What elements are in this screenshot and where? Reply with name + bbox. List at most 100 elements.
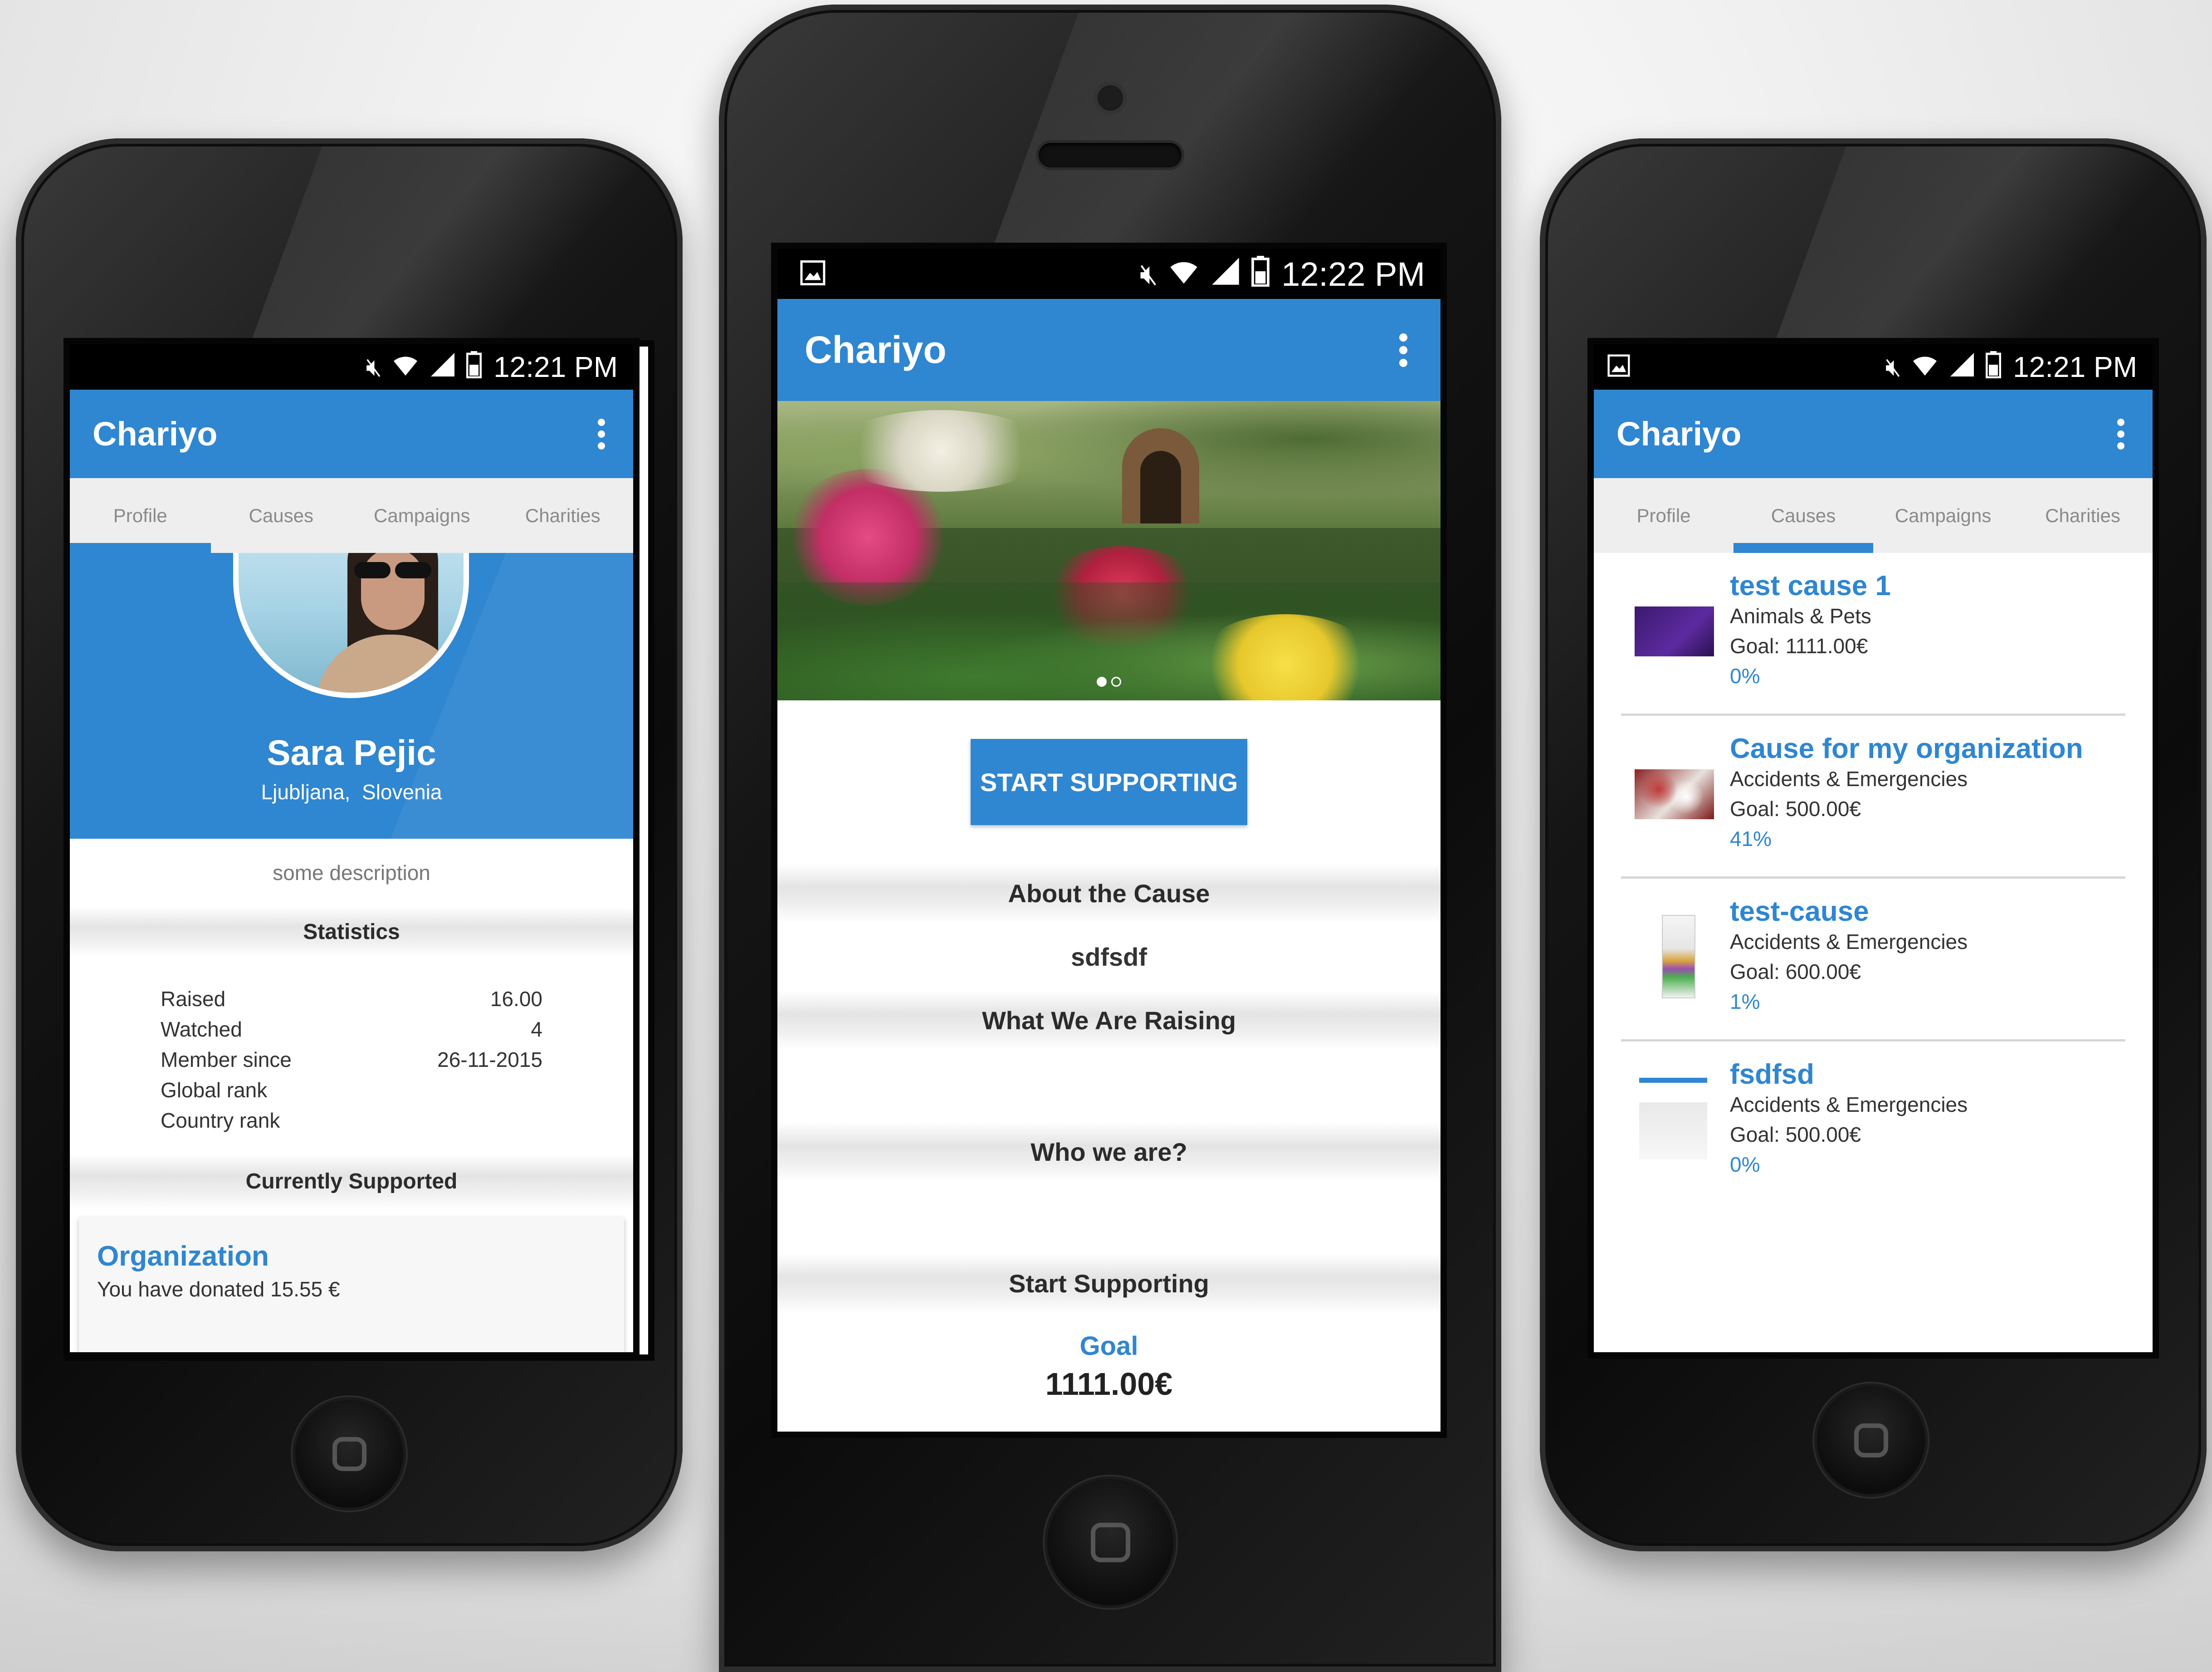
stat-value: 4 <box>531 1017 542 1041</box>
tab-campaigns[interactable]: Campaigns <box>352 478 493 553</box>
list-item[interactable]: test-cause Accidents & Emergencies Goal:… <box>1621 879 2125 1041</box>
goal-block: Goal 1111.00€ <box>777 1313 1440 1402</box>
status-time: 12:21 PM <box>2013 351 2137 383</box>
overflow-menu-icon[interactable] <box>1393 330 1413 371</box>
list-item[interactable]: fsdfsd Accidents & Emergencies Goal: 500… <box>1621 1041 2125 1202</box>
earpiece-speaker <box>1039 143 1182 167</box>
cause-goal: Goal: 600.00€ <box>1730 960 1861 983</box>
cause-title[interactable]: test cause 1 <box>1730 571 1891 601</box>
mute-icon: 🔇︎ <box>1885 352 1902 381</box>
supported-donation: You have donated 15.55 € <box>97 1277 340 1301</box>
start-supporting-button[interactable]: START SUPPORTING <box>971 739 1247 825</box>
cause-title[interactable]: Cause for my organization <box>1730 734 2083 764</box>
goal-value: 1111.00€ <box>1045 1366 1173 1402</box>
cause-title[interactable]: test-cause <box>1730 897 1968 927</box>
cause-thumbnail[interactable] <box>1639 1078 1707 1159</box>
who-we-are-content <box>777 1181 1440 1254</box>
cause-progress: 0% <box>1730 664 1760 688</box>
currently-supported-header: Currently Supported <box>70 1154 633 1208</box>
profile-header: Sara Pejic Ljubljana, Slovenia <box>70 553 633 839</box>
tab-causes[interactable]: Causes <box>211 478 352 553</box>
overflow-menu-icon[interactable] <box>2112 416 2130 452</box>
supported-org-name[interactable]: Organization <box>97 1240 606 1272</box>
carousel-dot[interactable] <box>1111 677 1121 687</box>
cause-thumbnail[interactable] <box>1635 769 1714 819</box>
statistics-header: Statistics <box>70 907 633 957</box>
stat-label: Watched <box>161 1017 242 1041</box>
stat-label: Raised <box>161 987 226 1011</box>
profile-city: Ljubljana, <box>261 780 351 804</box>
cta-area: START SUPPORTING <box>777 700 1440 864</box>
battery-icon <box>466 351 482 383</box>
app-title: Chariyo <box>805 328 947 371</box>
front-camera <box>1094 82 1127 114</box>
cause-progress: 0% <box>1730 1153 1760 1176</box>
battery-icon <box>1251 256 1270 292</box>
app-bar: Chariyo <box>777 299 1440 401</box>
cause-goal: Goal: 500.00€ <box>1730 1123 1861 1146</box>
status-time: 12:22 PM <box>1281 255 1425 293</box>
cause-category: Accidents & Emergencies <box>1730 1093 1968 1116</box>
app-title: Chariyo <box>1616 415 1742 453</box>
causes-list: test cause 1 Animals & Pets Goal: 1111.0… <box>1594 553 2153 1202</box>
status-time: 12:21 PM <box>493 351 618 383</box>
start-supporting-header: Start Supporting <box>777 1254 1440 1313</box>
home-button[interactable] <box>1045 1476 1176 1608</box>
profile-location: Ljubljana, Slovenia <box>70 780 633 804</box>
list-item[interactable]: test cause 1 Animals & Pets Goal: 1111.0… <box>1621 553 2125 716</box>
cause-category: Animals & Pets <box>1730 604 1871 628</box>
about-cause-header: About the Cause <box>777 864 1440 923</box>
image-notification-icon <box>1607 350 1630 384</box>
image-notification-icon <box>800 255 825 293</box>
tab-bar: Profile Causes Campaigns Charities <box>70 478 633 553</box>
tab-charities[interactable]: Charities <box>2013 478 2153 553</box>
tab-profile[interactable]: Profile <box>70 478 211 553</box>
mute-icon: 🔇︎ <box>366 352 382 381</box>
carousel-indicator[interactable] <box>777 677 1440 687</box>
stat-row: Country rank <box>161 1105 542 1136</box>
profile-country: Slovenia <box>362 780 442 804</box>
stat-label: Member since <box>161 1048 292 1071</box>
stat-value: 16.00 <box>490 987 542 1011</box>
tab-profile[interactable]: Profile <box>1594 478 1733 553</box>
stat-label: Country rank <box>161 1109 280 1132</box>
left-home-button[interactable] <box>293 1397 406 1511</box>
stat-row: Raised 16.00 <box>161 984 542 1014</box>
wifi-icon <box>392 352 419 382</box>
cause-thumbnail[interactable] <box>1662 915 1695 998</box>
tab-charities[interactable]: Charities <box>493 478 634 553</box>
goal-label: Goal <box>1079 1331 1138 1361</box>
status-bar: 🔇︎ 12:21 PM <box>1594 344 2153 390</box>
profile-name: Sara Pejic <box>267 733 436 772</box>
cause-progress: 1% <box>1730 990 1760 1013</box>
stat-value: 26-11-2015 <box>437 1048 542 1071</box>
right-screen-content: 🔇︎ 12:21 PM Chariyo Profile Causes Campa… <box>1587 338 2159 1359</box>
garden-arch <box>1122 428 1199 523</box>
cause-goal: Goal: 500.00€ <box>1730 797 1861 821</box>
cause-category: Accidents & Emergencies <box>1730 930 1968 953</box>
stat-row: Global rank <box>161 1075 542 1105</box>
avatar[interactable] <box>233 553 469 698</box>
supported-card[interactable]: Organization You have donated 15.55 € <box>79 1217 624 1352</box>
cause-title[interactable]: fsdfsd <box>1730 1060 1968 1090</box>
cause-goal: Goal: 1111.00€ <box>1730 634 1868 658</box>
status-bar: 🔇︎ 12:21 PM <box>70 344 633 390</box>
cause-image-carousel[interactable] <box>777 401 1440 700</box>
app-bar: Chariyo <box>70 390 633 478</box>
list-item[interactable]: Cause for my organization Accidents & Em… <box>1621 716 2125 879</box>
left-screen-content: 🔇︎ 12:21 PM Chariyo Profile Causes Campa… <box>63 338 640 1359</box>
tab-causes[interactable]: Causes <box>1733 478 1873 553</box>
tab-bar: Profile Causes Campaigns Charities <box>1594 478 2153 553</box>
wifi-icon <box>1168 257 1200 291</box>
carousel-dot-active[interactable] <box>1097 677 1107 687</box>
statistics-table: Raised 16.00 Watched 4 Member since 26-11-2… <box>70 957 633 1154</box>
stat-label: Global rank <box>161 1078 268 1102</box>
home-button[interactable] <box>1814 1384 1928 1497</box>
tab-campaigns[interactable]: Campaigns <box>1873 478 2013 553</box>
who-we-are-header: Who we are? <box>777 1122 1440 1181</box>
cause-thumbnail[interactable] <box>1635 606 1714 656</box>
raising-header: What We Are Raising <box>777 991 1440 1050</box>
signal-icon <box>1210 257 1241 291</box>
garden-white-flowers <box>832 410 1050 492</box>
overflow-menu-icon[interactable] <box>592 416 610 452</box>
